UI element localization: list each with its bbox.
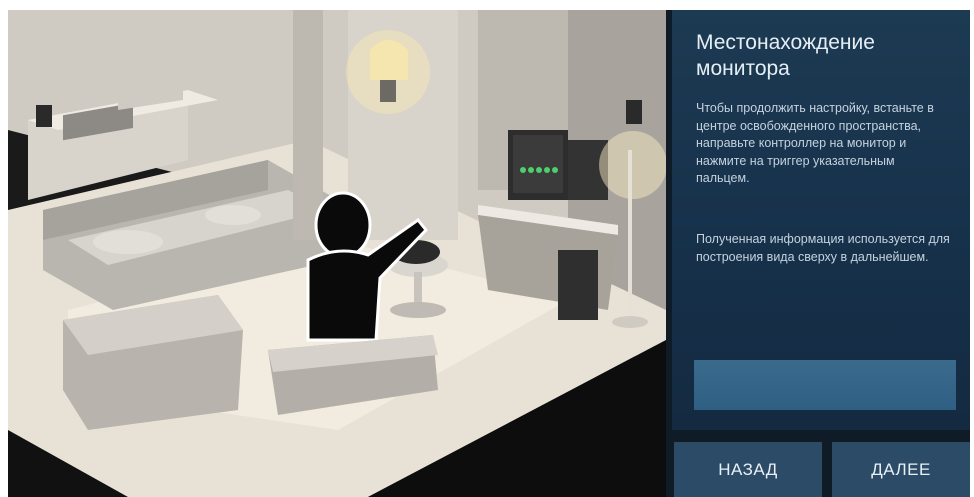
instructions-panel: Местонахождение монитора Чтобы продолжит… (672, 10, 970, 430)
setup-window: Местонахождение монитора Чтобы продолжит… (8, 10, 970, 497)
next-button[interactable]: ДАЛЕЕ (832, 442, 970, 497)
back-button[interactable]: НАЗАД (674, 442, 822, 497)
info-text: Полученная информация используется для п… (696, 232, 950, 264)
instruction-text: Чтобы продолжить настройку, встаньте в ц… (696, 101, 934, 185)
progress-bar (694, 360, 956, 410)
room-illustration (8, 10, 666, 497)
panel-title: Местонахождение монитора (696, 31, 875, 80)
